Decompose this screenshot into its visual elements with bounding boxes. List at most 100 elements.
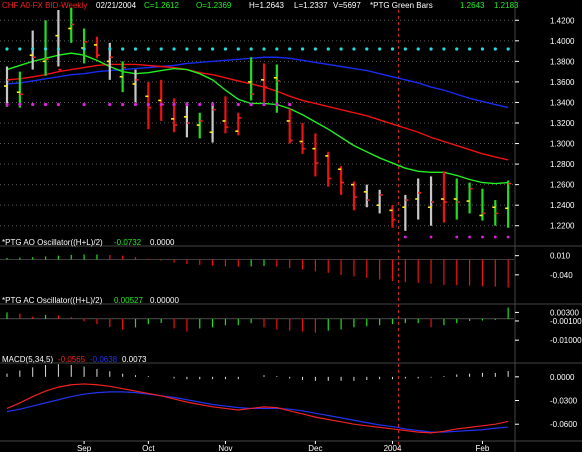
- ac-axis-label: -0.00100: [550, 317, 582, 326]
- signal-dot-top: [365, 47, 369, 51]
- signal-dot-top: [18, 47, 22, 51]
- price-axis-label: 1.3200: [550, 119, 575, 128]
- ao-axis-label: 0.010: [550, 252, 571, 261]
- ac-panel: [0, 307, 514, 333]
- x-axis-label: 2004: [384, 444, 402, 452]
- signal-dot-top: [43, 47, 48, 51]
- signal-dot-bottom: [468, 235, 471, 239]
- signal-dot-top: [378, 47, 382, 51]
- ao-panel: [0, 254, 514, 288]
- signal-dot-bottom: [18, 102, 22, 107]
- signal-dot-top: [121, 47, 125, 51]
- ao-value-1: -0.0732: [114, 238, 142, 247]
- signal-dot-top: [300, 47, 305, 51]
- signal-dot-top: [198, 47, 202, 51]
- signal-dot-bottom: [288, 102, 292, 107]
- signal-dot-bottom: [108, 102, 112, 107]
- header-study-value-2: 1.2183: [494, 1, 519, 10]
- signal-dot-top: [56, 47, 61, 51]
- signal-dot-top: [339, 47, 343, 51]
- signal-dot-top: [159, 47, 163, 51]
- signal-dot-bottom: [31, 102, 35, 107]
- signal-dot-bottom: [43, 102, 48, 107]
- signal-dot-top: [468, 47, 472, 51]
- macd-value-2: -0.0638: [90, 355, 118, 364]
- signal-dot-bottom: [172, 102, 176, 107]
- signal-dot-top: [352, 47, 356, 51]
- macd-panel: [6, 364, 509, 434]
- chart-title: CHF A0-FX BID-Weekly: [2, 1, 88, 10]
- signal-dot-top: [172, 47, 176, 51]
- signal-dot-top: [429, 47, 433, 51]
- signal-dot-top: [223, 47, 228, 51]
- header-close: C=1.2612: [144, 1, 179, 10]
- ac-panel-title: *PTG AC Oscillator((H+L)/2): [2, 296, 103, 305]
- header-high: H=1.2643: [249, 1, 284, 10]
- price-axis-label: 1.3000: [550, 140, 575, 149]
- signal-dot-top: [403, 47, 407, 51]
- signal-dot-top: [5, 47, 9, 51]
- signal-dot-bottom: [493, 235, 497, 239]
- signal-dot-top: [146, 47, 150, 51]
- x-axis-label: Feb: [476, 444, 490, 452]
- signal-dot-bottom: [249, 102, 253, 107]
- price-axis-label: 1.3600: [550, 78, 575, 87]
- signal-dot-top: [313, 47, 317, 51]
- signal-dot-top: [31, 47, 35, 51]
- signal-dot-bottom: [455, 235, 459, 239]
- signal-dot-top: [442, 47, 446, 51]
- x-axis-label: Sep: [77, 444, 92, 452]
- x-axis: Sep Oct Nov Dec 2004 Feb: [77, 441, 490, 452]
- signal-dot-top: [506, 47, 510, 51]
- price-axis-label: 1.4200: [550, 16, 575, 25]
- signal-dot-top: [211, 47, 215, 51]
- signal-dot-bottom: [429, 235, 433, 239]
- signal-dot-top: [262, 47, 266, 51]
- price-axis-label: 1.2600: [550, 181, 575, 190]
- signal-dot-bottom: [262, 102, 266, 107]
- header-date: 02/21/2004: [96, 1, 137, 10]
- signal-dot-top: [288, 47, 292, 51]
- signal-dot-bottom: [5, 102, 9, 107]
- x-axis-label: Nov: [218, 444, 232, 452]
- macd-value-3: 0.0073: [122, 355, 147, 364]
- ao-panel-title: *PTG AO Oscillator((H+L)/2): [2, 238, 103, 247]
- signal-dot-top: [326, 47, 330, 51]
- macd-axis-label: 0.0000: [550, 373, 575, 382]
- signal-dot-bottom: [236, 102, 240, 107]
- signal-dot-bottom: [56, 102, 61, 107]
- signal-dot-top: [82, 47, 86, 51]
- header-study: *PTG Green Bars: [370, 1, 433, 10]
- macd-value-1: -0.0565: [58, 355, 86, 364]
- ac-value-1: 0.00527: [114, 296, 143, 305]
- signal-dot-bottom: [211, 102, 215, 107]
- header-volume: V=5697: [333, 1, 361, 10]
- signal-dot-bottom: [159, 102, 163, 107]
- ac-value-2: 0.00000: [150, 296, 179, 305]
- signal-dot-bottom: [506, 235, 510, 239]
- price-axis-label: 1.3800: [550, 57, 575, 66]
- x-axis-label: Dec: [308, 444, 322, 452]
- signal-dot-top: [416, 47, 420, 51]
- signal-dot-bottom: [481, 235, 484, 239]
- signal-dot-top: [390, 47, 395, 51]
- ao-axis-label: -0.040: [550, 271, 573, 280]
- signal-dot-bottom: [185, 102, 189, 107]
- signal-dot-bottom: [82, 102, 86, 107]
- signal-dot-top: [455, 47, 459, 51]
- price-axis-label: 1.2800: [550, 160, 575, 169]
- signal-dot-bottom: [198, 102, 202, 107]
- signal-dot-top: [493, 47, 497, 51]
- signal-dot-top: [185, 47, 189, 51]
- macd-signal-line: [6, 391, 509, 433]
- signal-dot-bottom: [275, 102, 279, 107]
- macd-axis-label: -0.0300: [550, 397, 578, 406]
- header-study-value-1: 1.2643: [460, 1, 485, 10]
- macd-axis-label: -0.0600: [550, 420, 578, 429]
- signal-dot-top: [236, 47, 240, 51]
- signal-dot-bottom: [146, 102, 150, 107]
- signal-dot-top: [133, 47, 138, 51]
- macd-panel-title: MACD(5,34,5): [2, 355, 54, 364]
- signal-dot-top: [480, 47, 485, 51]
- price-panel: [0, 7, 514, 239]
